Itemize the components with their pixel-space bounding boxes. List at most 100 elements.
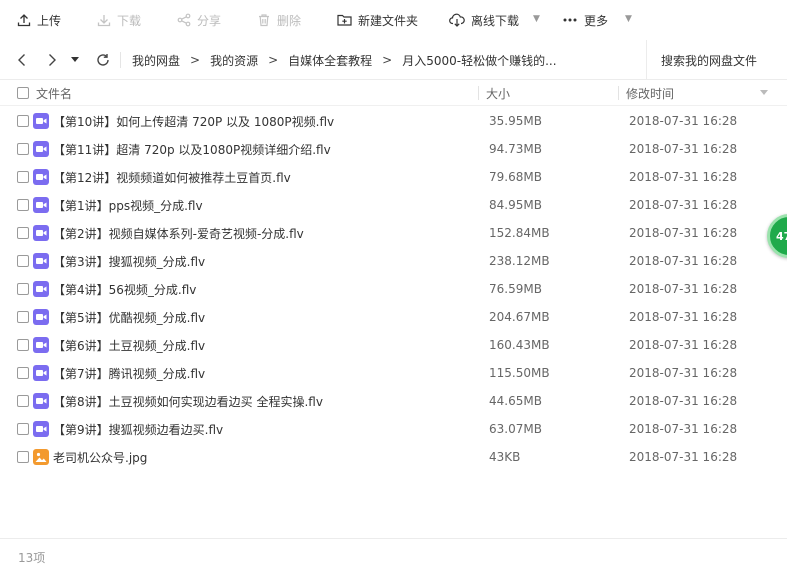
file-row[interactable]: 【第8讲】土豆视频如何实现边看边买 全程实操.flv 44.65MB 2018-07…: [0, 387, 787, 415]
column-name-label: 文件名: [36, 86, 73, 101]
file-row[interactable]: 老司机公众号.jpg 43KB 2018-07-31 16:28: [0, 443, 787, 471]
navigation-bar: 我的网盘 > 我的资源 > 自媒体全套教程 > 月入5000-轻松做个赚钱的..…: [0, 40, 787, 80]
file-modified-time: 2018-07-31 16:28: [629, 366, 738, 380]
file-name[interactable]: 【第11讲】超清 720p 以及1080P视频详细介绍.flv: [53, 135, 331, 163]
row-checkbox[interactable]: [17, 451, 29, 463]
file-row[interactable]: 【第1讲】pps视频_分成.flv 84.95MB 2018-07-31 16:28: [0, 191, 787, 219]
file-name[interactable]: 【第9讲】搜狐视频边看边买.flv: [53, 415, 223, 443]
cloud-download-icon: [449, 13, 465, 27]
upload-button[interactable]: 上传: [17, 0, 61, 40]
breadcrumb-separator: >: [268, 53, 279, 67]
caret-down-icon[interactable]: [68, 40, 82, 80]
delete-button[interactable]: 删除: [257, 0, 301, 40]
row-checkbox[interactable]: [17, 311, 29, 323]
row-checkbox[interactable]: [17, 143, 29, 155]
column-modified[interactable]: 修改时间: [626, 80, 674, 106]
toolbar: 上传 下载 分享 删除 新建文件夹 离线下载 ▼ 更多 ▼: [0, 0, 787, 40]
video-file-icon: [33, 253, 49, 269]
file-row[interactable]: 【第3讲】搜狐视频_分成.flv 238.12MB 2018-07-31 16:28: [0, 247, 787, 275]
new-folder-label: 新建文件夹: [358, 13, 419, 28]
file-name[interactable]: 老司机公众号.jpg: [53, 443, 147, 471]
file-name[interactable]: 【第4讲】56视频_分成.flv: [53, 275, 196, 303]
file-name[interactable]: 【第7讲】腾讯视频_分成.flv: [53, 359, 205, 387]
file-name[interactable]: 【第12讲】视频频道如何被推荐土豆首页.flv: [53, 163, 291, 191]
file-name[interactable]: 【第1讲】pps视频_分成.flv: [53, 191, 203, 219]
file-size: 94.73MB: [489, 142, 542, 156]
file-size: 152.84MB: [489, 226, 550, 240]
image-file-icon: [33, 449, 49, 465]
file-name[interactable]: 【第3讲】搜狐视频_分成.flv: [53, 247, 205, 275]
file-row[interactable]: 【第6讲】土豆视频_分成.flv 160.43MB 2018-07-31 16:28: [0, 331, 787, 359]
breadcrumb-item[interactable]: 自媒体全套教程: [288, 52, 372, 69]
more-dropdown-icon[interactable]: ▼: [625, 14, 632, 24]
file-name[interactable]: 【第10讲】如何上传超清 720P 以及 1080P视频.flv: [53, 107, 334, 135]
new-folder-button[interactable]: 新建文件夹: [337, 0, 418, 40]
row-checkbox[interactable]: [17, 199, 29, 211]
video-file-icon: [33, 309, 49, 325]
video-file-icon: [33, 337, 49, 353]
file-row[interactable]: 【第9讲】搜狐视频边看边买.flv 63.07MB 2018-07-31 16:28: [0, 415, 787, 443]
more-label: 更多: [584, 13, 609, 28]
file-modified-time: 2018-07-31 16:28: [629, 310, 738, 324]
row-checkbox[interactable]: [17, 395, 29, 407]
file-row[interactable]: 【第7讲】腾讯视频_分成.flv 115.50MB 2018-07-31 16:28: [0, 359, 787, 387]
file-row[interactable]: 【第12讲】视频频道如何被推荐土豆首页.flv 79.68MB 2018-07-31…: [0, 163, 787, 191]
file-list-header: 文件名 大小 修改时间: [0, 80, 787, 106]
chevron-left-icon[interactable]: [12, 40, 32, 80]
breadcrumb-item[interactable]: 我的网盘: [132, 52, 180, 69]
video-file-icon: [33, 141, 49, 157]
share-label: 分享: [197, 13, 222, 28]
file-size: 160.43MB: [489, 338, 550, 352]
row-checkbox[interactable]: [17, 283, 29, 295]
file-row[interactable]: 【第10讲】如何上传超清 720P 以及 1080P视频.flv 35.95MB 2…: [0, 107, 787, 135]
download-label: 下载: [117, 13, 142, 28]
column-divider[interactable]: [478, 86, 479, 100]
row-checkbox[interactable]: [17, 255, 29, 267]
refresh-icon[interactable]: [94, 40, 112, 80]
item-count: 13项: [18, 551, 46, 565]
folder-plus-icon: [337, 13, 352, 27]
ellipsis-icon: [562, 13, 578, 27]
row-checkbox[interactable]: [17, 227, 29, 239]
row-checkbox[interactable]: [17, 115, 29, 127]
download-button[interactable]: 下载: [97, 0, 141, 40]
file-row[interactable]: 【第2讲】视频自媒体系列-爱奇艺视频-分成.flv 152.84MB 2018-07…: [0, 219, 787, 247]
file-size: 238.12MB: [489, 254, 550, 268]
file-size: 79.68MB: [489, 170, 542, 184]
row-checkbox[interactable]: [17, 171, 29, 183]
file-modified-time: 2018-07-31 16:28: [629, 394, 738, 408]
file-size: 35.95MB: [489, 114, 542, 128]
download-icon: [97, 13, 111, 27]
row-checkbox[interactable]: [17, 423, 29, 435]
offline-download-dropdown-icon[interactable]: ▼: [533, 14, 540, 24]
file-modified-time: 2018-07-31 16:28: [629, 226, 738, 240]
breadcrumb-separator: >: [190, 53, 201, 67]
share-button[interactable]: 分享: [177, 0, 221, 40]
chevron-right-icon[interactable]: [42, 40, 62, 80]
column-divider[interactable]: [618, 86, 619, 100]
column-size[interactable]: 大小: [486, 80, 510, 106]
file-size: 76.59MB: [489, 282, 542, 296]
file-modified-time: 2018-07-31 16:28: [629, 254, 738, 268]
column-modified-label: 修改时间: [626, 86, 675, 101]
select-all-checkbox[interactable]: [17, 80, 29, 106]
share-icon: [177, 13, 191, 27]
offline-download-button[interactable]: 离线下载: [449, 0, 519, 40]
file-name[interactable]: 【第2讲】视频自媒体系列-爱奇艺视频-分成.flv: [53, 219, 304, 247]
file-name[interactable]: 【第6讲】土豆视频_分成.flv: [53, 331, 205, 359]
upload-label: 上传: [37, 13, 62, 28]
file-name[interactable]: 【第5讲】优酷视频_分成.flv: [53, 303, 205, 331]
breadcrumb: 我的网盘 > 我的资源 > 自媒体全套教程 > 月入5000-轻松做个赚钱的..…: [132, 40, 557, 80]
more-button[interactable]: 更多: [562, 0, 608, 40]
row-checkbox[interactable]: [17, 367, 29, 379]
breadcrumb-item[interactable]: 我的资源: [210, 52, 258, 69]
file-row[interactable]: 【第11讲】超清 720p 以及1080P视频详细介绍.flv 94.73MB 20…: [0, 135, 787, 163]
sort-caret-icon[interactable]: [760, 80, 768, 106]
column-name[interactable]: 文件名: [36, 80, 72, 106]
breadcrumb-current[interactable]: 月入5000-轻松做个赚钱的...: [402, 52, 556, 69]
search-box[interactable]: 搜索我的网盘文件: [646, 40, 787, 80]
file-row[interactable]: 【第4讲】56视频_分成.flv 76.59MB 2018-07-31 16:28: [0, 275, 787, 303]
row-checkbox[interactable]: [17, 339, 29, 351]
file-name[interactable]: 【第8讲】土豆视频如何实现边看边买 全程实操.flv: [53, 387, 323, 415]
file-row[interactable]: 【第5讲】优酷视频_分成.flv 204.67MB 2018-07-31 16:28: [0, 303, 787, 331]
